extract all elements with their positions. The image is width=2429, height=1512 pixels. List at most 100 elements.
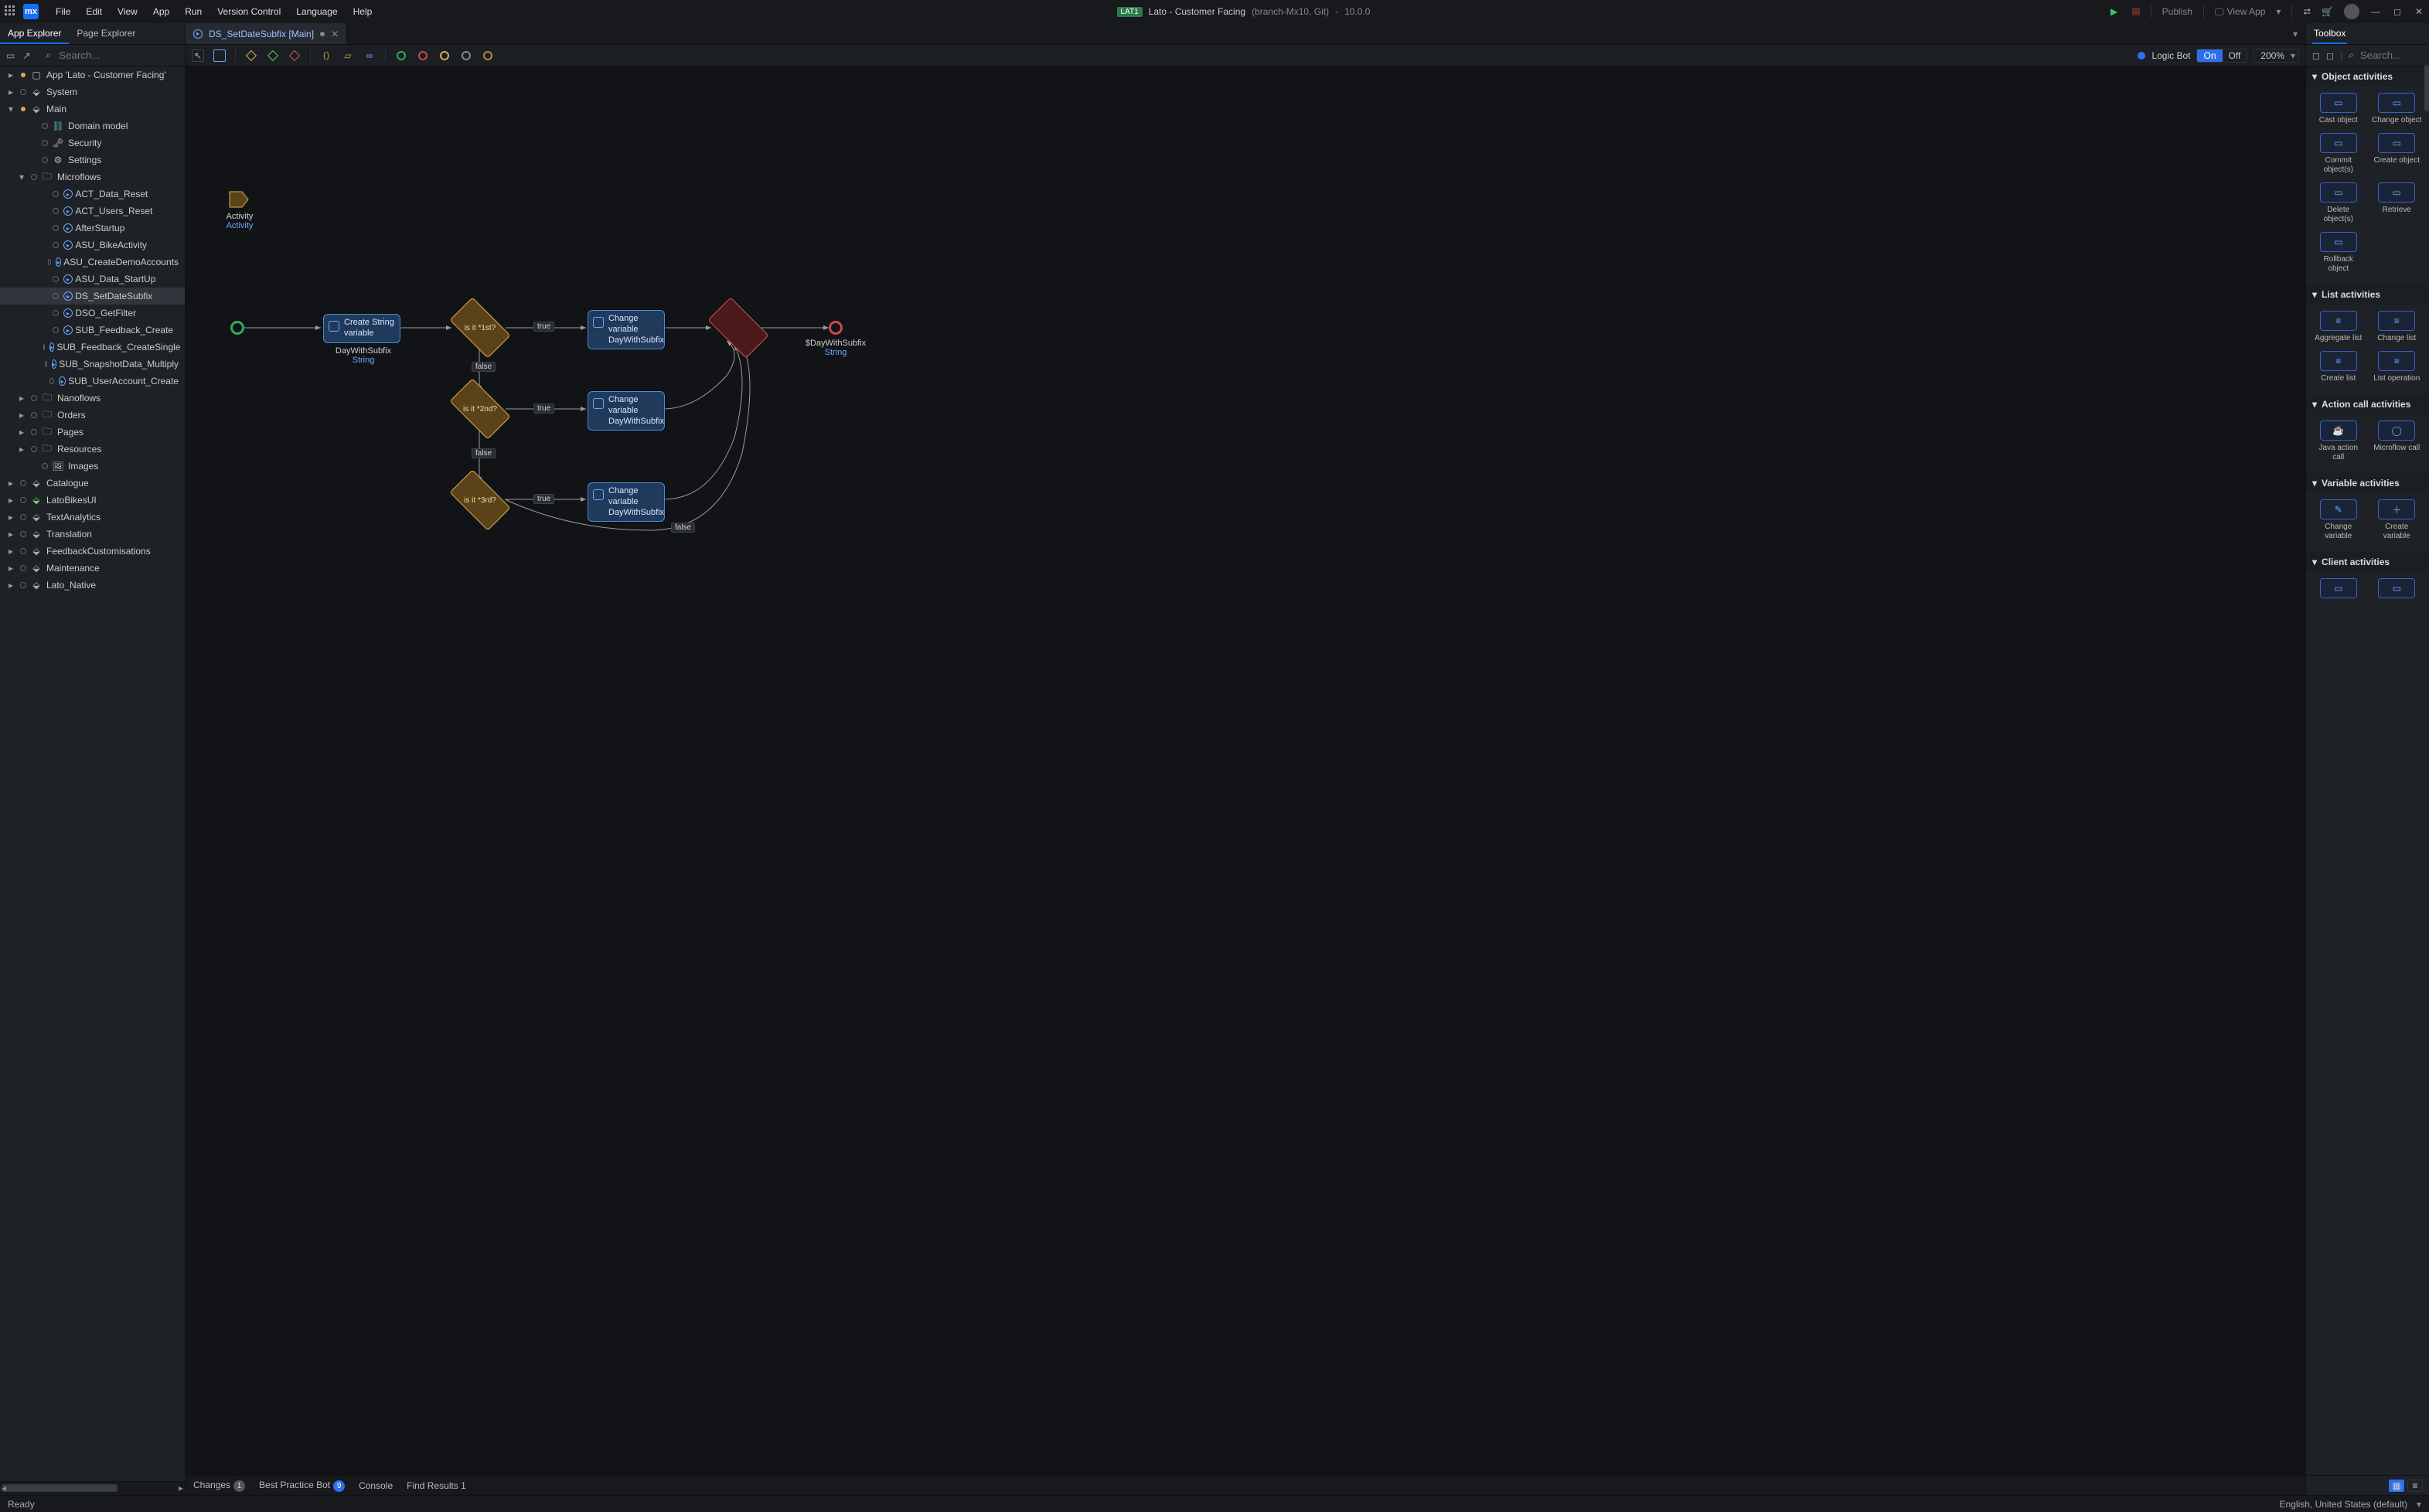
tree-feedback[interactable]: ▸⬙FeedbackCustomisations xyxy=(0,543,185,560)
tree-latobikesui[interactable]: ▸⬙LatoBikesUI xyxy=(0,492,185,509)
decision-green-icon[interactable] xyxy=(267,49,279,62)
tree-mf-3[interactable]: ▸ ASU_BikeActivity xyxy=(0,237,185,254)
activity-palette-item[interactable] xyxy=(228,190,250,209)
change-variable-1[interactable]: Change variable DayWithSubfix xyxy=(588,310,665,349)
cart-icon[interactable]: 🛒 xyxy=(2322,6,2333,17)
tree-system[interactable]: ▸⬙System xyxy=(0,83,185,100)
tool-microflow-call[interactable]: ◯Microflow call xyxy=(2371,421,2424,462)
tree-mf-9[interactable]: ▸ SUB_Feedback_CreateSingle xyxy=(0,339,185,356)
tree-mf-1[interactable]: ▸ ACT_Users_Reset xyxy=(0,203,185,220)
notifications-icon[interactable]: ⮂ xyxy=(2303,6,2311,18)
tool-list-operation[interactable]: ≡List operation xyxy=(2371,351,2424,383)
tree-pages[interactable]: ▸🗀Pages xyxy=(0,424,185,441)
list-view-button[interactable]: ≡ xyxy=(2407,1480,2423,1492)
cat-client[interactable]: ▾Client activities xyxy=(2306,552,2429,572)
tool-change-variable[interactable]: ✎Change variable xyxy=(2312,499,2365,541)
tab-page-explorer[interactable]: Page Explorer xyxy=(69,23,143,44)
toolbox-scroll[interactable]: ▾Object activities ▭Cast object ▭Change … xyxy=(2306,66,2429,1475)
create-variable-activity[interactable]: Create String variable xyxy=(323,314,400,343)
status-language[interactable]: English, United States (default) xyxy=(2280,1499,2407,1510)
tool-cast-object[interactable]: ▭Cast object xyxy=(2312,93,2365,125)
tree-microflows[interactable]: ▾🗀Microflows xyxy=(0,169,185,186)
tree-mf-10[interactable]: ▸ SUB_SnapshotData_Multiply xyxy=(0,356,185,373)
avatar[interactable] xyxy=(2344,4,2359,19)
start-ev-icon[interactable] xyxy=(395,49,407,62)
cat-list-activities[interactable]: ▾List activities xyxy=(2306,284,2429,305)
decision-red-icon[interactable] xyxy=(288,49,301,62)
microflow-canvas[interactable]: Activity Activity Create String variable… xyxy=(186,66,2305,1475)
menu-view[interactable]: View xyxy=(110,2,145,22)
tool-rollback-object[interactable]: ▭Rollback object xyxy=(2312,232,2365,274)
tabs-overflow[interactable]: ▾ xyxy=(2285,29,2305,39)
goto-icon[interactable]: ↗ xyxy=(22,50,30,61)
collapse-icon[interactable]: ▭ xyxy=(6,50,15,61)
zoom-select[interactable]: 200% xyxy=(2254,49,2299,63)
decision-yellow-icon[interactable] xyxy=(245,49,257,62)
toggle-on[interactable]: On xyxy=(2197,49,2222,62)
tree-security[interactable]: 🗝Security xyxy=(0,135,185,152)
app-grid-icon[interactable] xyxy=(5,5,17,18)
end-ev-icon[interactable] xyxy=(417,49,429,62)
link-icon[interactable]: ∞ xyxy=(363,49,376,62)
tab-app-explorer[interactable]: App Explorer xyxy=(0,23,69,44)
tool-create-object[interactable]: ▭Create object xyxy=(2371,133,2424,175)
tool-client-2[interactable]: ▭ xyxy=(2371,578,2424,601)
toolbox-search-input[interactable] xyxy=(2360,49,2429,61)
tree-images[interactable]: 🖼Images xyxy=(0,458,185,475)
explorer-search-input[interactable] xyxy=(59,49,196,61)
break-ev-icon[interactable] xyxy=(482,49,494,62)
tree-mf-11[interactable]: ▸ SUB_UserAccount_Create xyxy=(0,373,185,390)
cat-variable[interactable]: ▾Variable activities xyxy=(2306,473,2429,493)
tool-change-object[interactable]: ▭Change object xyxy=(2371,93,2424,125)
explorer-scrollbar-x[interactable]: ◂▸ xyxy=(0,1481,185,1495)
decision-3rd[interactable]: is it *3rd? xyxy=(453,484,507,516)
pointer-tool-icon[interactable]: ↖ xyxy=(192,49,204,62)
tool-retrieve[interactable]: ▭Retrieve xyxy=(2371,182,2424,224)
err-ev-icon[interactable] xyxy=(438,49,451,62)
tool-client-1[interactable]: ▭ xyxy=(2312,578,2365,601)
tree-catalogue[interactable]: ▸⬙Catalogue xyxy=(0,475,185,492)
tree-mf-5[interactable]: ▸ ASU_Data_StartUp xyxy=(0,271,185,288)
view-app-dropdown[interactable]: ▾ xyxy=(2276,6,2281,17)
tree-maintenance[interactable]: ▸⬙Maintenance xyxy=(0,560,185,577)
stop-button[interactable] xyxy=(2132,8,2140,15)
view-app-button[interactable]: 🖵View App xyxy=(2215,6,2265,18)
next-panel-icon[interactable]: ◻ xyxy=(2326,50,2334,61)
tab-console[interactable]: Console xyxy=(359,1480,393,1491)
tab-bpb[interactable]: Best Practice Bot9 xyxy=(259,1480,345,1492)
end-event[interactable] xyxy=(829,321,843,335)
tool-change-list[interactable]: ≡Change list xyxy=(2371,311,2424,343)
cont-ev-icon[interactable] xyxy=(460,49,472,62)
tree-main[interactable]: ▾⬙Main xyxy=(0,100,185,117)
close-icon[interactable]: ✕ xyxy=(331,29,339,39)
prev-panel-icon[interactable]: ◻ xyxy=(2312,50,2320,61)
tree-domain-model[interactable]: ⛓Domain model xyxy=(0,117,185,135)
tree-resources[interactable]: ▸🗀Resources xyxy=(0,441,185,458)
change-variable-3[interactable]: Change variable DayWithSubfix xyxy=(588,482,665,522)
chevron-down-icon[interactable]: ▾ xyxy=(2417,1499,2421,1510)
tree-mf-8[interactable]: ▸ SUB_Feedback_Create xyxy=(0,322,185,339)
tree-mf-2[interactable]: ▸ AfterStartup xyxy=(0,220,185,237)
cat-action-call[interactable]: ▾Action call activities xyxy=(2306,394,2429,414)
run-button[interactable]: ▶ xyxy=(2107,5,2121,19)
tool-create-list[interactable]: ≡Create list xyxy=(2312,351,2365,383)
toolbox-tab[interactable]: Toolbox xyxy=(2312,24,2347,44)
menu-edit[interactable]: Edit xyxy=(78,2,110,22)
tree-settings[interactable]: ⚙Settings xyxy=(0,152,185,169)
tree-latonative[interactable]: ▸⬙Lato_Native xyxy=(0,577,185,594)
tree-translation[interactable]: ▸⬙Translation xyxy=(0,526,185,543)
tree-mf-7[interactable]: ▸ DSO_GetFilter xyxy=(0,305,185,322)
window-maximize[interactable]: ◻ xyxy=(2392,6,2403,17)
menu-app[interactable]: App xyxy=(145,2,177,22)
tree-mf-0[interactable]: ▸ ACT_Data_Reset xyxy=(0,186,185,203)
grid-view-button[interactable]: ▦ xyxy=(2389,1480,2404,1492)
tab-changes[interactable]: Changes1 xyxy=(193,1480,245,1492)
param-icon[interactable]: ⟨⟩ xyxy=(320,49,332,62)
tool-create-variable[interactable]: ＋Create variable xyxy=(2371,499,2424,541)
rect-tool-icon[interactable] xyxy=(213,49,226,62)
logic-bot-toggle[interactable]: On Off xyxy=(2196,49,2247,63)
explorer-tree[interactable]: ▸▢App 'Lato - Customer Facing' ▸⬙System … xyxy=(0,66,185,1481)
mendix-logo[interactable]: mx xyxy=(23,4,39,19)
tree-textanalytics[interactable]: ▸⬙TextAnalytics xyxy=(0,509,185,526)
loop-icon[interactable]: ▱ xyxy=(342,49,354,62)
